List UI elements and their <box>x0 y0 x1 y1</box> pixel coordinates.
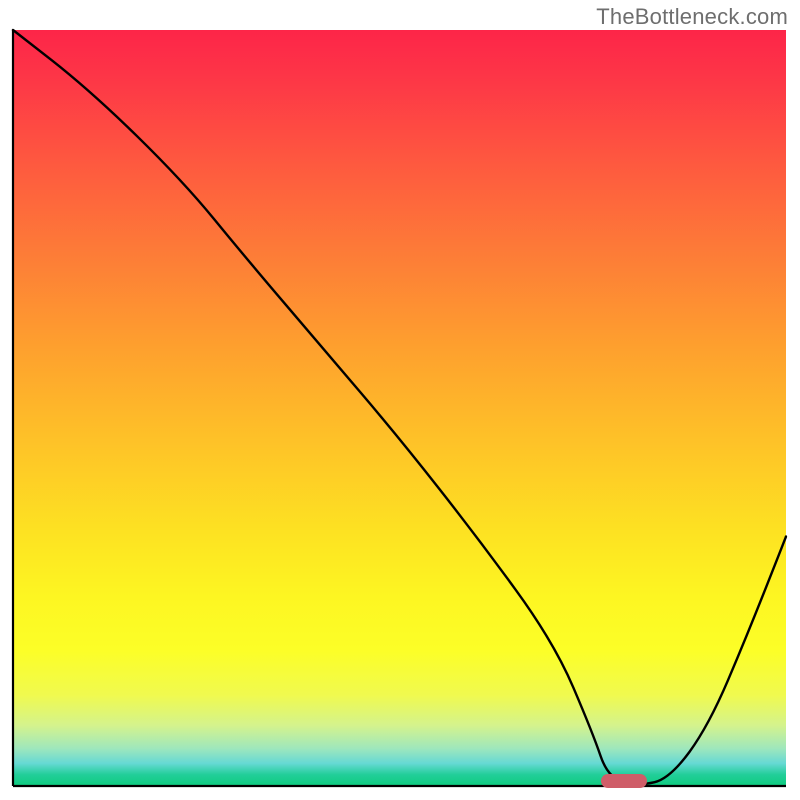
highlight-pill <box>601 774 647 788</box>
plot-area <box>13 30 786 786</box>
chart-container: TheBottleneck.com <box>0 0 800 800</box>
watermark-text: TheBottleneck.com <box>596 4 788 30</box>
